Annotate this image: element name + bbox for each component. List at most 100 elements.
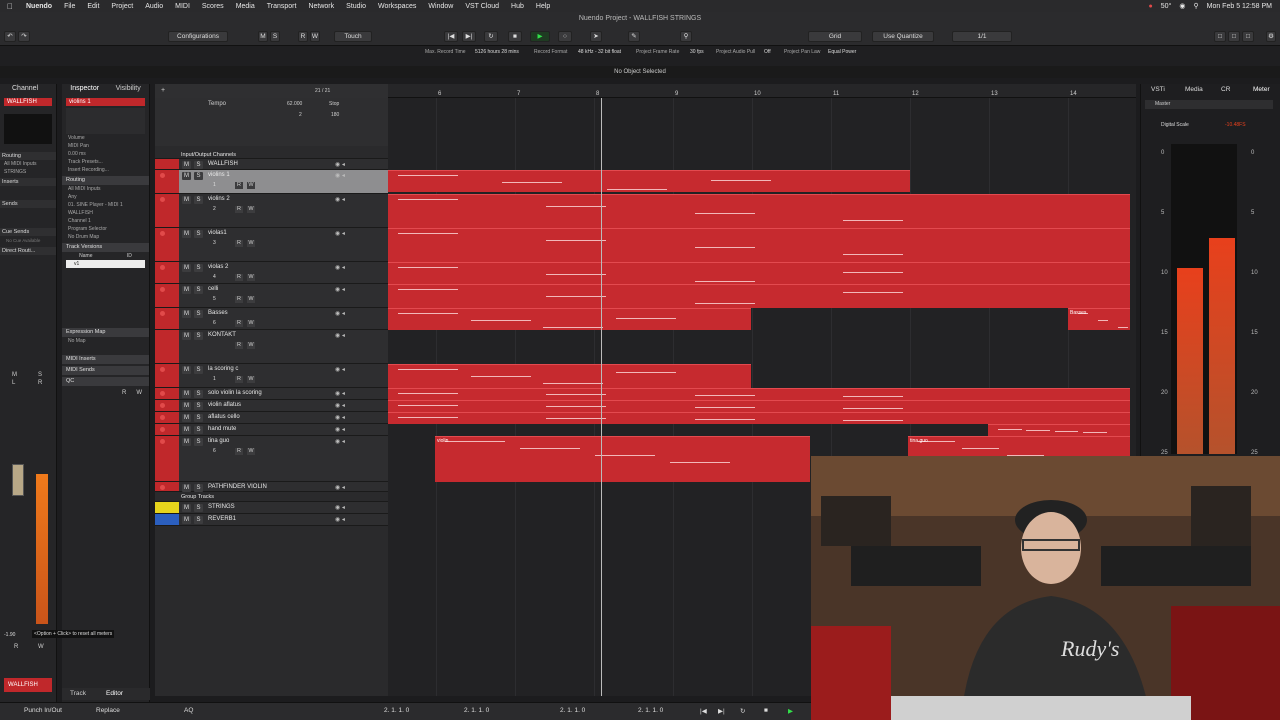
inspector-read-button[interactable]: R <box>122 390 126 396</box>
inspector-channel[interactable]: Channel 1 <box>62 217 149 225</box>
configurations-dropdown[interactable]: Configurations <box>168 31 228 42</box>
track-midi-channel[interactable]: 6 <box>213 320 216 326</box>
transport-end-icon[interactable]: ▶| <box>718 707 725 715</box>
track-row[interactable]: M S ◉ ◂ PATHFINDER VIOLIN <box>155 482 388 492</box>
mute-global-button[interactable]: M <box>258 31 268 42</box>
channel-fader-knob[interactable] <box>12 464 24 496</box>
clock[interactable]: Mon Feb 5 12:58 PM <box>1207 3 1272 10</box>
midi-part[interactable] <box>988 424 1130 436</box>
quantize-type-dropdown[interactable]: Use Quantize <box>872 31 934 42</box>
track-write-button[interactable]: W <box>247 320 255 327</box>
track-monitor-icon[interactable]: ◉ ◂ <box>335 438 345 445</box>
midi-part[interactable] <box>388 400 1130 412</box>
track-mute-button[interactable]: M <box>182 310 191 318</box>
track-monitor-icon[interactable]: ◉ ◂ <box>335 516 345 523</box>
track-write-button[interactable]: W <box>247 342 255 349</box>
snap-type-dropdown[interactable]: Grid <box>808 31 862 42</box>
channel-routing-out[interactable]: STRINGS <box>0 168 56 176</box>
track-solo-button[interactable]: S <box>194 504 203 512</box>
midi-part[interactable] <box>388 170 910 192</box>
midi-part[interactable] <box>388 308 751 330</box>
track-name[interactable]: violin aflatus <box>208 402 241 408</box>
layout-right-icon[interactable]: □ <box>1242 31 1254 42</box>
tab-cr[interactable]: CR <box>1221 86 1230 93</box>
track-write-button[interactable]: W <box>247 448 255 455</box>
menu-audio[interactable]: Audio <box>139 3 169 10</box>
track-midi-channel[interactable]: 1 <box>213 182 216 188</box>
track-name[interactable]: WALLFISH <box>208 161 238 167</box>
cycle-icon[interactable]: ↻ <box>484 31 498 42</box>
inspector-section-expmap[interactable]: Expression Map <box>62 328 149 337</box>
record-mode[interactable]: Replace <box>96 707 120 714</box>
record-enable-icon[interactable] <box>160 173 165 178</box>
track-monitor-icon[interactable]: ◉ ◂ <box>335 366 345 373</box>
inspector-section-midi-inserts[interactable]: MIDI Inserts <box>62 355 149 364</box>
inspector-output-name[interactable]: WALLFISH <box>62 209 149 217</box>
pencil-tool-icon[interactable]: ✎ <box>628 31 640 42</box>
track-midi-channel[interactable]: 1 <box>213 376 216 382</box>
ruler-bar-number[interactable]: 12 <box>912 91 919 97</box>
track-monitor-icon[interactable]: ◉ ◂ <box>335 172 345 179</box>
ruler-bar-number[interactable]: 13 <box>991 91 998 97</box>
add-track-icon[interactable]: + <box>161 87 165 94</box>
track-write-button[interactable]: W <box>247 240 255 247</box>
record-enable-icon[interactable] <box>160 415 165 420</box>
midi-part[interactable] <box>388 364 751 388</box>
record-enable-icon[interactable] <box>160 485 165 490</box>
auto-quantize-button[interactable]: AQ <box>184 707 193 714</box>
inspector-volume-label[interactable]: Volume <box>62 134 149 142</box>
track-mute-button[interactable]: M <box>182 426 191 434</box>
menu-midi[interactable]: MIDI <box>169 3 196 10</box>
track-solo-button[interactable]: S <box>194 438 203 446</box>
channel-section-direct-routing[interactable]: Direct Routi... <box>0 247 56 255</box>
track-row[interactable]: M S R W 6 ◉ ◂ Basses <box>155 308 388 330</box>
redo-icon[interactable]: ↷ <box>18 31 30 42</box>
track-mute-button[interactable]: M <box>182 264 191 272</box>
inspector-section-qc[interactable]: QC <box>62 377 149 386</box>
tempo-value[interactable]: 62.000 <box>287 101 302 107</box>
menu-project[interactable]: Project <box>105 3 139 10</box>
right-locator[interactable]: 2. 1. 1. 0 <box>464 707 489 714</box>
ruler-bar-number[interactable]: 14 <box>1070 91 1077 97</box>
track-name[interactable]: Basses <box>208 310 228 316</box>
track-mute-button[interactable]: M <box>182 172 191 180</box>
record-enable-icon[interactable] <box>160 403 165 408</box>
midi-part[interactable] <box>388 412 1130 424</box>
channel-section-inserts[interactable]: Inserts <box>0 178 56 186</box>
track-name[interactable]: violas1 <box>208 230 227 236</box>
tab-visibility[interactable]: Visibility <box>116 84 141 94</box>
inspector-output[interactable]: 01. SINE Player - MIDI 1 <box>62 201 149 209</box>
settings-gear-icon[interactable]: ⚙ <box>1266 31 1276 42</box>
track-monitor-icon[interactable]: ◉ ◂ <box>335 402 345 409</box>
track-monitor-icon[interactable]: ◉ ◂ <box>335 264 345 271</box>
tempo-mode[interactable]: Stop <box>329 101 339 107</box>
track-write-button[interactable]: W <box>247 376 255 383</box>
zoom-tool-icon[interactable]: ⚲ <box>680 31 692 42</box>
go-to-start-icon[interactable]: |◀ <box>444 31 458 42</box>
menu-hub[interactable]: Hub <box>505 3 530 10</box>
inspector-track-buttons[interactable] <box>66 108 145 134</box>
track-row[interactable]: Group Tracks <box>155 492 388 502</box>
record-enable-icon[interactable] <box>160 197 165 202</box>
track-name[interactable]: STRINGS <box>208 504 235 510</box>
track-mute-button[interactable]: M <box>182 161 191 169</box>
track-name[interactable]: la scoring c <box>208 366 238 372</box>
track-name[interactable]: tina guo <box>208 438 229 444</box>
midi-part[interactable] <box>388 388 1130 400</box>
track-mute-button[interactable]: M <box>182 196 191 204</box>
transport-play-icon[interactable]: ▶ <box>788 707 793 715</box>
inspector-section-routing[interactable]: Routing <box>62 176 149 185</box>
track-name[interactable]: KONTAKT <box>208 332 236 338</box>
track-monitor-icon[interactable]: ◉ ◂ <box>335 484 345 491</box>
tempo-sig-2[interactable]: 180 <box>331 112 339 118</box>
track-row[interactable]: M S ◉ ◂ STRINGS <box>155 502 388 514</box>
track-mute-button[interactable]: M <box>182 332 191 340</box>
track-solo-button[interactable]: S <box>194 414 203 422</box>
track-read-button[interactable]: R <box>235 342 243 349</box>
search-icon[interactable]: ⚲ <box>1193 2 1198 10</box>
channel-solo-button[interactable]: S <box>38 372 42 378</box>
channel-section-cue-sends[interactable]: Cue Sends <box>0 228 56 236</box>
channel-name[interactable]: WALLFISH <box>4 98 52 106</box>
automation-mode-dropdown[interactable]: Touch <box>334 31 372 42</box>
track-read-button[interactable]: R <box>235 240 243 247</box>
